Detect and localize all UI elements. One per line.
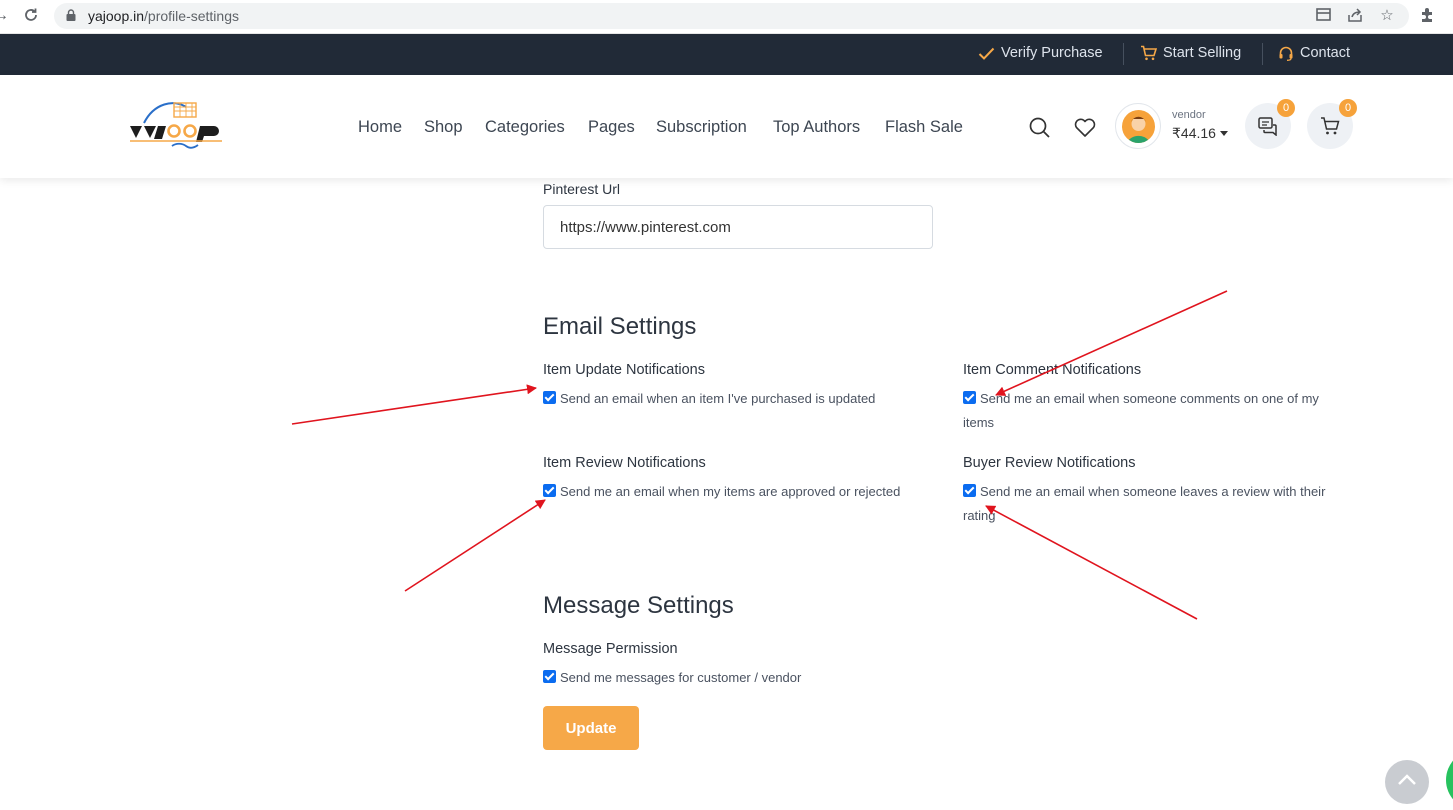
contact-link[interactable]: Contact bbox=[1278, 45, 1350, 61]
annotation-arrow bbox=[404, 499, 546, 592]
chat-icon bbox=[1258, 117, 1277, 136]
tab-layout-icon[interactable] bbox=[1315, 8, 1331, 24]
check-icon bbox=[978, 47, 995, 60]
divider bbox=[1262, 43, 1263, 65]
browser-toolbar: → yajoop.in/profile-settings ☆ bbox=[0, 0, 1453, 34]
message-settings-heading: Message Settings bbox=[543, 592, 734, 619]
nav-shop[interactable]: Shop bbox=[424, 118, 463, 137]
item-update-label: Item Update Notifications bbox=[543, 362, 705, 378]
pinterest-url-label: Pinterest Url bbox=[543, 181, 621, 197]
cart-icon bbox=[1321, 117, 1340, 135]
messages-count-badge: 0 bbox=[1277, 99, 1295, 117]
start-selling-link[interactable]: Start Selling bbox=[1140, 45, 1241, 61]
cart-count-badge: 0 bbox=[1339, 99, 1357, 117]
share-icon[interactable] bbox=[1347, 8, 1363, 24]
back-icon[interactable]: → bbox=[0, 7, 10, 25]
item-review-checkbox[interactable] bbox=[543, 484, 556, 497]
user-avatar-button[interactable] bbox=[1115, 103, 1161, 149]
heart-icon[interactable] bbox=[1074, 118, 1096, 137]
nav-subscription[interactable]: Subscription bbox=[656, 118, 747, 137]
url-text: yajoop.in/profile-settings bbox=[88, 8, 239, 24]
item-review-text: Send me an email when my items are appro… bbox=[560, 484, 901, 499]
account-role: vendor bbox=[1172, 109, 1206, 121]
headset-icon bbox=[1279, 46, 1293, 61]
buyer-review-checkbox[interactable] bbox=[963, 484, 976, 497]
item-update-checkbox[interactable] bbox=[543, 391, 556, 404]
update-button[interactable]: Update bbox=[543, 706, 639, 750]
buyer-review-text-cont: rating bbox=[963, 508, 996, 523]
chevron-up-icon bbox=[1398, 774, 1416, 785]
annotation-arrow bbox=[995, 290, 1228, 396]
site-header: Home Shop Categories Pages Subscription … bbox=[0, 75, 1453, 178]
pinterest-url-input[interactable] bbox=[543, 205, 933, 249]
address-bar[interactable]: yajoop.in/profile-settings ☆ bbox=[54, 3, 1409, 29]
annotation-arrow bbox=[985, 505, 1198, 620]
buyer-review-label: Buyer Review Notifications bbox=[963, 455, 1136, 471]
message-permission-checkbox[interactable] bbox=[543, 670, 556, 683]
divider bbox=[1123, 43, 1124, 65]
message-permission-text: Send me messages for customer / vendor bbox=[560, 670, 802, 685]
search-icon[interactable] bbox=[1029, 117, 1050, 138]
item-update-text: Send an email when an item I've purchase… bbox=[560, 391, 876, 406]
lock-icon bbox=[66, 9, 76, 21]
message-permission-label: Message Permission bbox=[543, 641, 678, 657]
nav-home[interactable]: Home bbox=[358, 118, 402, 137]
item-comment-checkbox[interactable] bbox=[963, 391, 976, 404]
email-settings-heading: Email Settings bbox=[543, 313, 697, 340]
reload-icon[interactable] bbox=[22, 7, 40, 25]
verify-purchase-link[interactable]: Verify Purchase bbox=[978, 45, 1103, 61]
whatsapp-chat-button[interactable] bbox=[1446, 750, 1453, 810]
nav-flash-sale[interactable]: Flash Sale bbox=[885, 118, 963, 137]
chevron-down-icon[interactable] bbox=[1220, 131, 1228, 136]
account-balance[interactable]: ₹44.16 bbox=[1172, 125, 1216, 142]
contact-label: Contact bbox=[1300, 45, 1350, 61]
annotation-arrow bbox=[291, 384, 537, 425]
scroll-to-top-button[interactable] bbox=[1385, 760, 1429, 804]
nav-pages[interactable]: Pages bbox=[588, 118, 635, 137]
item-review-label: Item Review Notifications bbox=[543, 455, 706, 471]
avatar bbox=[1122, 110, 1155, 143]
top-utility-bar: Verify Purchase Start Selling Contact bbox=[0, 34, 1453, 75]
item-comment-text-cont: items bbox=[963, 415, 995, 430]
nav-top-authors[interactable]: Top Authors bbox=[773, 118, 860, 137]
cart-icon bbox=[1141, 45, 1157, 61]
buyer-review-text: Send me an email when someone leaves a r… bbox=[980, 484, 1326, 499]
extensions-icon[interactable] bbox=[1418, 7, 1436, 25]
bookmark-star-icon[interactable]: ☆ bbox=[1379, 8, 1395, 24]
nav-categories[interactable]: Categories bbox=[485, 118, 565, 137]
item-comment-text: Send me an email when someone comments o… bbox=[980, 391, 1319, 406]
start-selling-label: Start Selling bbox=[1163, 45, 1242, 61]
verify-purchase-label: Verify Purchase bbox=[1001, 45, 1103, 61]
yajoop-logo[interactable] bbox=[128, 97, 224, 153]
item-comment-label: Item Comment Notifications bbox=[963, 362, 1142, 378]
